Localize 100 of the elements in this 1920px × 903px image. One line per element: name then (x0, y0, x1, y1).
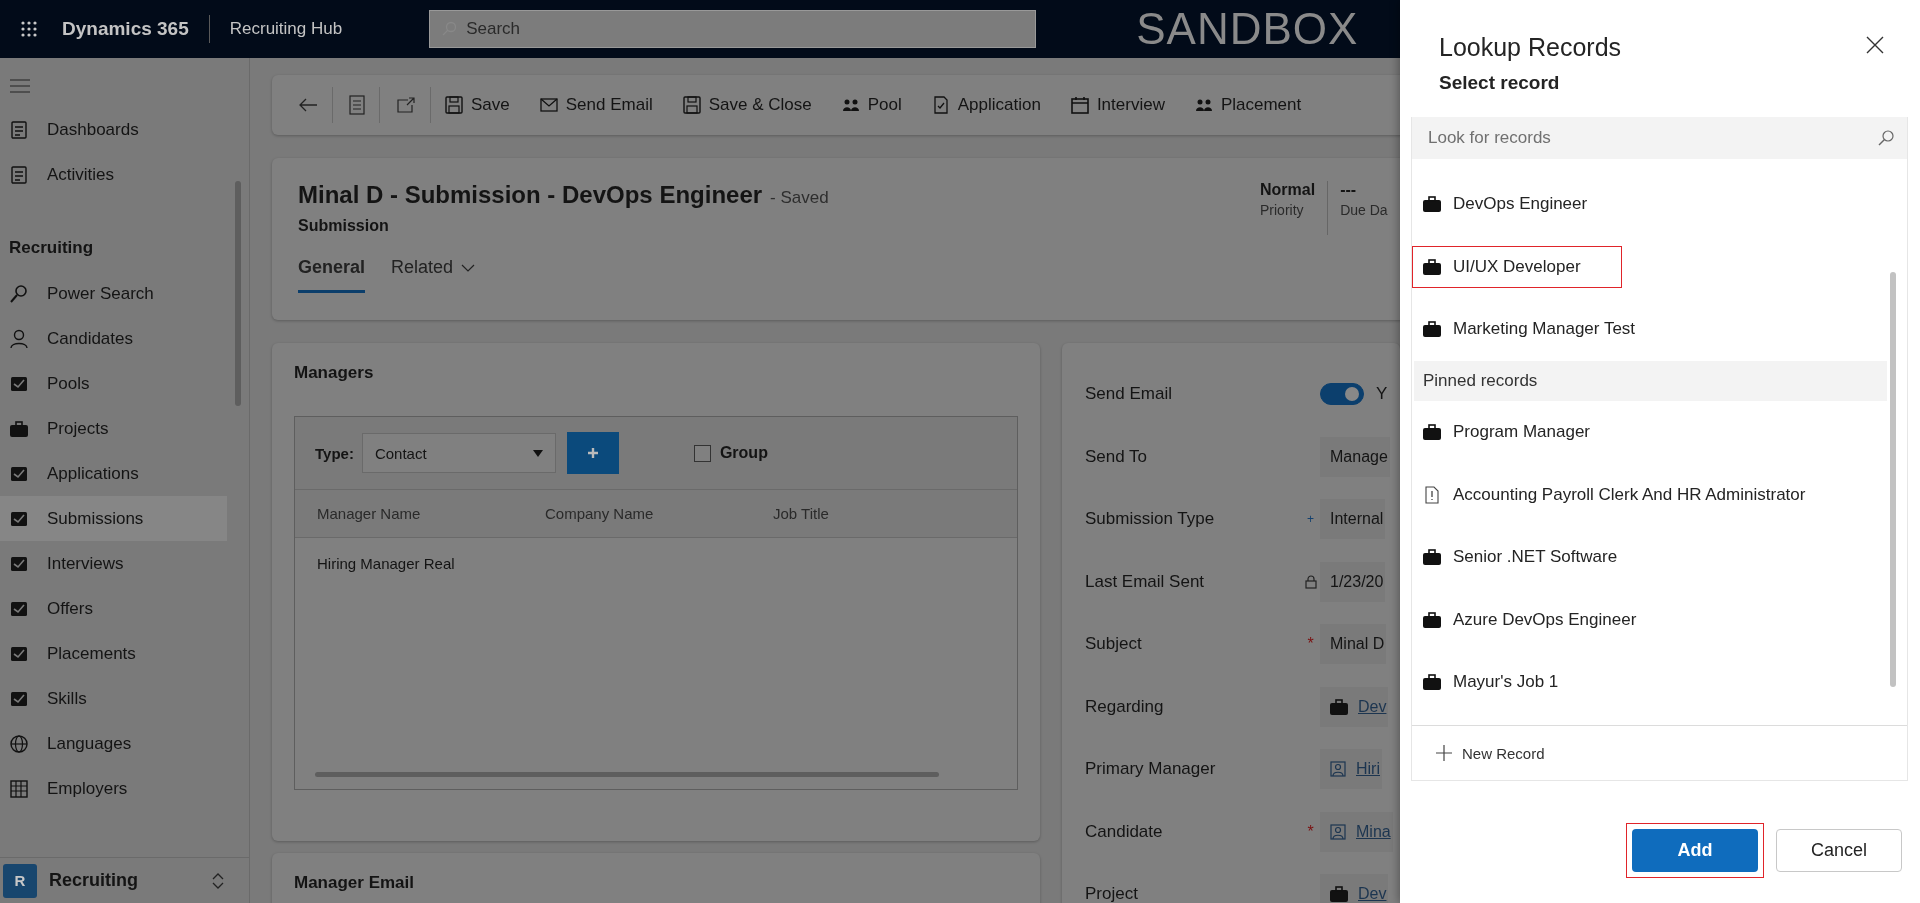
lookup-record[interactable]: Marketing Manager Test (1412, 308, 1649, 351)
sidebar-item[interactable]: Pools (0, 361, 227, 406)
column-header[interactable]: Job Title (773, 505, 829, 522)
lookup-field[interactable]: Mina (1320, 811, 1393, 852)
area-badge: R (3, 863, 37, 898)
save-icon (682, 96, 701, 114)
field-marker: * (1307, 635, 1314, 654)
chevron-down-icon (461, 263, 476, 272)
briefcase-icon (9, 418, 29, 439)
field-value[interactable]: Minal D (1320, 624, 1387, 665)
lookup-record[interactable]: UI/UX Developer (1412, 245, 1622, 288)
panel-subtitle: Select record (1439, 72, 1561, 94)
briefcase-icon (1423, 611, 1441, 628)
grid-icon (9, 778, 29, 799)
lookup-record[interactable]: Program Manager (1412, 411, 1603, 454)
field-value[interactable]: Manage (1320, 436, 1390, 477)
type-dropdown[interactable]: Contact (361, 433, 556, 473)
command-button[interactable]: Application (931, 95, 1041, 115)
type-label: Type: (315, 444, 354, 462)
close-icon[interactable] (1866, 36, 1884, 54)
section-title: Managers (294, 363, 375, 383)
sidebar-item[interactable]: Applications (0, 451, 227, 496)
checkbox[interactable] (693, 444, 711, 462)
sidebar-item[interactable]: Placements (0, 631, 227, 676)
command-button[interactable]: Save (445, 95, 510, 115)
checkbox-label: Group (719, 444, 768, 462)
field-label: Send To (1085, 446, 1149, 467)
checked-document-icon (931, 96, 950, 114)
lookup-record[interactable]: Senior .NET Software (1412, 536, 1631, 579)
field-value[interactable]: Internal (1320, 499, 1386, 540)
lookup-field[interactable]: Dev (1320, 686, 1389, 727)
dialog-button[interactable]: Add (1632, 829, 1758, 872)
app-name[interactable]: Dynamics 365 (62, 18, 189, 40)
command-button[interactable]: Save & Close (682, 95, 812, 115)
horizontal-scrollbar[interactable] (315, 772, 939, 777)
sidebar-item[interactable]: Languages (0, 721, 227, 766)
lookup-link[interactable]: Dev (1358, 885, 1387, 903)
sidebar-item[interactable]: Dashboards (0, 107, 227, 152)
briefcase-icon (1423, 674, 1441, 691)
app-launcher-icon[interactable] (20, 20, 38, 38)
search-field[interactable]: Look for records (1412, 117, 1907, 159)
sidebar-item[interactable]: Power Search (0, 271, 227, 316)
briefcase-icon (1330, 698, 1348, 715)
lookup-link[interactable]: Mina (1356, 822, 1391, 841)
entity-name: Submission (298, 217, 390, 235)
field-label: Candidate (1085, 821, 1164, 842)
toggle-value: Y (1376, 384, 1388, 405)
field-marker: * (1307, 822, 1314, 841)
briefcase-icon (1423, 258, 1441, 275)
sidebar-item[interactable]: Interviews (0, 541, 227, 586)
lookup-link[interactable]: Hiri (1356, 760, 1380, 779)
command-button[interactable]: Placement (1194, 95, 1302, 115)
search-field[interactable]: Search (429, 10, 1037, 48)
menu-icon[interactable] (10, 79, 30, 93)
field-value[interactable]: 1/23/20 (1320, 561, 1386, 602)
lookup-record[interactable]: DevOps Engineer (1412, 183, 1601, 226)
sidebar-item[interactable]: Candidates (0, 316, 227, 361)
command-button[interactable]: Interview (1070, 95, 1165, 115)
sidebar-item[interactable]: Offers (0, 586, 227, 631)
sidebar-item[interactable]: Submissions (0, 496, 227, 541)
lookup-record[interactable]: Azure DevOps Engineer (1412, 598, 1650, 641)
globe-icon (9, 733, 29, 754)
column-header[interactable]: Manager Name (317, 505, 545, 522)
add-button[interactable] (566, 432, 619, 474)
lookup-field[interactable]: Dev (1320, 874, 1389, 903)
sidebar-item[interactable]: Activities (0, 152, 227, 197)
toggle-switch[interactable] (1320, 383, 1364, 406)
pop-out-icon[interactable] (396, 96, 416, 114)
field-label: Primary Manager (1085, 759, 1217, 780)
dialog-button[interactable]: Cancel (1776, 829, 1902, 872)
command-button[interactable]: Send Email (539, 95, 653, 115)
lookup-link[interactable]: Dev (1358, 697, 1387, 716)
lookup-record[interactable]: Mayur's Job 1 (1412, 661, 1572, 704)
sidebar-item[interactable]: Employers (0, 766, 227, 811)
sidebar-section-title: Recruiting (8, 237, 95, 259)
field-label: Last Email Sent (1085, 571, 1206, 592)
column-header[interactable]: Company Name (545, 505, 773, 522)
sidebar-item[interactable]: Skills (0, 676, 227, 721)
app-area-name[interactable]: Recruiting Hub (229, 19, 343, 39)
tab[interactable]: Related (391, 257, 476, 293)
form-icon[interactable] (349, 95, 365, 115)
field-label: Subject (1085, 634, 1143, 655)
lookup-record[interactable]: Accounting Payroll Clerk And HR Administrator (1412, 473, 1819, 516)
header-field-label: Priority (1260, 202, 1305, 218)
command-button[interactable]: Pool (841, 95, 902, 115)
environment-label: SANDBOX (1136, 4, 1359, 54)
tab[interactable]: General (298, 257, 366, 293)
sidebar-item[interactable]: Projects (0, 406, 227, 451)
briefcase-icon (1423, 321, 1441, 338)
lookup-field[interactable]: Hiri (1320, 749, 1382, 790)
search-icon (1877, 129, 1895, 147)
save-icon (445, 96, 463, 114)
field-label: Regarding (1085, 696, 1165, 717)
back-arrow-icon[interactable] (298, 97, 318, 113)
header-field-value: --- (1340, 181, 1358, 199)
panel-title: Lookup Records (1439, 33, 1622, 62)
clipboard-icon (9, 164, 29, 185)
contact-icon (1330, 823, 1346, 840)
header-field-value: Normal (1260, 181, 1316, 199)
vertical-scrollbar[interactable] (1890, 272, 1896, 687)
